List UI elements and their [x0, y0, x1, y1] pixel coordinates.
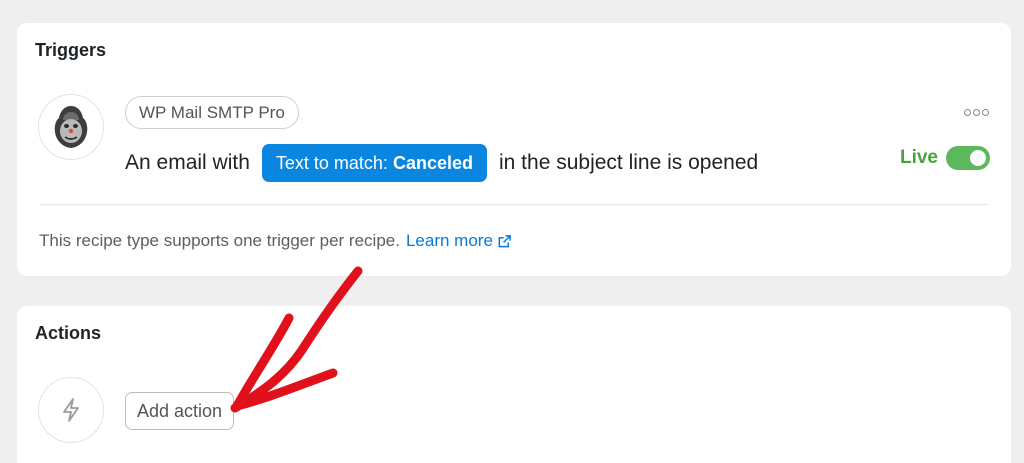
actions-card: Actions Add action [17, 306, 1011, 463]
trigger-sentence: An email with Text to match: Canceled in… [125, 144, 758, 182]
live-label: Live [899, 147, 938, 168]
token-label: Text to match: [275, 153, 388, 173]
trigger-footer-note: This recipe type supports one trigger pe… [39, 231, 512, 251]
live-status: Live [900, 146, 990, 170]
divider [39, 204, 989, 205]
match-text-token[interactable]: Text to match: Canceled [261, 144, 487, 182]
live-toggle[interactable] [946, 146, 990, 170]
more-options-icon[interactable] [964, 109, 989, 116]
trigger-note-text: This recipe type supports one trigger pe… [39, 231, 400, 250]
token-value: Canceled [392, 153, 473, 173]
learn-more-link[interactable]: Learn more [406, 231, 512, 251]
action-icon-circle [38, 377, 104, 443]
triggers-card: Triggers WP Mail SMTP Pro An email with … [17, 23, 1011, 276]
learn-more-label: Learn more [405, 231, 493, 250]
add-action-button[interactable]: Add action [125, 392, 235, 430]
triggers-title: Triggers [35, 40, 107, 60]
external-link-icon [498, 234, 511, 247]
bolt-icon [63, 398, 79, 422]
trigger-sentence-before: An email with [125, 151, 250, 174]
integration-icon-circle [38, 94, 104, 160]
actions-title: Actions [35, 323, 102, 343]
gorilla-logo-icon [54, 106, 88, 148]
integration-name-pill[interactable]: WP Mail SMTP Pro [125, 96, 299, 129]
trigger-sentence-after: in the subject line is opened [499, 151, 759, 174]
